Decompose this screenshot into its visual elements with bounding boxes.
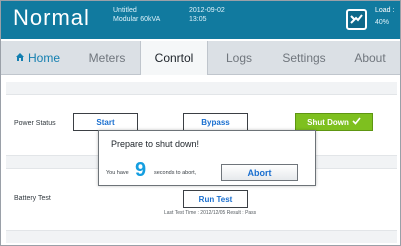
date-time: 2012-09-02 13:05 <box>189 6 225 24</box>
tab-logs-label: Logs <box>225 51 253 65</box>
run-test-button[interactable]: Run Test <box>183 190 248 208</box>
battery-test-label: Battery Test <box>14 195 51 202</box>
device-rating: Modular 60kVA <box>113 16 161 23</box>
checkmark-icon <box>352 117 361 127</box>
abort-button[interactable]: Abort <box>221 164 298 181</box>
countdown-prefix: You have <box>106 170 129 176</box>
tab-meters[interactable]: Meters <box>74 41 140 75</box>
countdown-seconds: 9 <box>135 159 147 181</box>
operating-mode: Normal <box>13 5 90 30</box>
power-status-label: Power Status <box>14 120 56 127</box>
section-divider <box>6 231 397 243</box>
current-date: 2012-09-02 <box>189 7 225 14</box>
load-value: 40% <box>375 19 390 26</box>
status-header: Normal Untitled Modular 60kVA 2012-09-02… <box>1 1 400 39</box>
start-button[interactable]: Start <box>73 113 138 131</box>
last-test-info: Last Test Time : 2012/12/05 Result : Pas… <box>164 210 257 216</box>
current-time: 13:05 <box>189 16 207 23</box>
tab-settings-label: Settings <box>282 51 326 65</box>
shut-down-label: Shut Down <box>307 117 349 127</box>
bypass-button[interactable]: Bypass <box>183 113 248 131</box>
section-divider <box>6 82 397 94</box>
load-label: Load : <box>375 7 395 14</box>
tab-control[interactable]: Conrtol <box>140 41 208 75</box>
shutdown-confirm-dialog: Prepare to shut down! You have 9 seconds… <box>98 130 316 186</box>
main-tabs: Home Meters Conrtol Logs Settings About <box>1 41 400 75</box>
device-model: Untitled Modular 60kVA <box>113 6 160 24</box>
dialog-title: Prepare to shut down! <box>111 139 200 149</box>
tab-about[interactable]: About <box>338 41 400 75</box>
countdown-suffix: seconds to abort, <box>154 170 197 176</box>
ups-load-icon <box>346 9 367 30</box>
tab-home[interactable]: Home <box>1 41 74 75</box>
tab-about-label: About <box>354 51 386 65</box>
tab-meters-label: Meters <box>88 51 126 65</box>
device-name: Untitled <box>113 7 137 14</box>
tab-control-label: Conrtol <box>154 51 194 65</box>
shut-down-button[interactable]: Shut Down <box>295 113 373 131</box>
ups-control-screen: Normal Untitled Modular 60kVA 2012-09-02… <box>0 0 401 246</box>
tab-home-label: Home <box>27 51 60 65</box>
home-icon <box>15 51 25 65</box>
tab-settings[interactable]: Settings <box>270 41 338 75</box>
tab-logs[interactable]: Logs <box>208 41 270 75</box>
